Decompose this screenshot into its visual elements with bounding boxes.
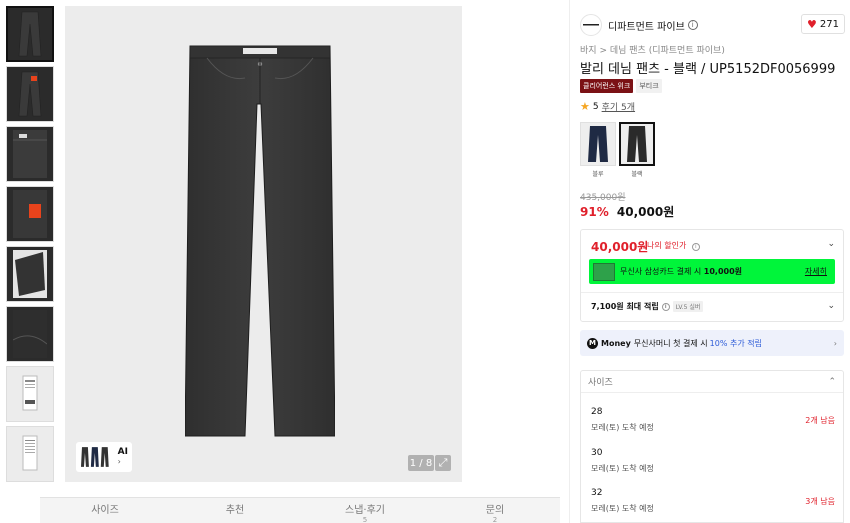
thumbnail-2[interactable] <box>6 66 54 122</box>
like-count: 271 <box>819 18 839 30</box>
thumbnail-6[interactable] <box>6 306 54 362</box>
tab-label: 스냅·후기 <box>345 505 385 516</box>
discount-rate: 91% <box>580 205 609 219</box>
color-label: 블루 <box>592 171 604 178</box>
chevron-down-icon[interactable]: ⌄ <box>827 301 835 311</box>
size-value: 28 <box>591 407 603 417</box>
tab-label: 사이즈 <box>91 505 119 516</box>
money-brand: Money <box>601 338 631 348</box>
tab-count: 2 <box>492 516 498 523</box>
stock-left: 3개 남음 <box>805 497 835 506</box>
tab-recommend[interactable]: 추천 <box>170 498 300 523</box>
sale-price: 40,000원 <box>616 205 675 219</box>
size-value: 30 <box>591 448 603 458</box>
rating: ★ 5 후기 5개 <box>580 100 635 113</box>
ai-thumbnails-icon <box>80 447 109 467</box>
size-option-30[interactable]: 30 모레(토) 도착 예정 <box>591 448 835 474</box>
breadcrumb: 바지 > 데님 팬츠 (디파트먼트 파이브) <box>580 43 725 56</box>
shipping-info: 모레(토) 도착 예정 <box>591 464 654 473</box>
brand-logo[interactable] <box>580 14 602 36</box>
ai-label: AI <box>117 447 128 457</box>
original-price: 435,000원 <box>580 193 626 203</box>
breadcrumb-subcategory[interactable]: 데님 팬츠 (디파트먼트 파이브) <box>610 46 725 56</box>
my-price-label-text: 나의 할인가 <box>647 241 687 250</box>
benefit-box: 40,000원 나의 할인가 i ⌄ 무신사 삼성카드 결제 시 10,000원… <box>580 229 844 322</box>
rating-value: 5 <box>592 101 599 112</box>
size-option-32[interactable]: 32 모레(토) 도착 예정 3개 남음 <box>591 488 835 514</box>
thumbnail-7[interactable] <box>6 366 54 422</box>
boutique-badge: 부티크 <box>636 79 662 93</box>
price-row: 91% 40,000원 <box>580 203 674 220</box>
review-link[interactable]: 후기 5개 <box>602 100 635 113</box>
ai-similar-button[interactable]: AI › <box>76 442 132 472</box>
card-promo-banner[interactable]: 무신사 삼성카드 결제 시 10,000원 자세히 <box>589 259 835 284</box>
card-promo-pre: 무신사 삼성카드 결제 시 <box>620 267 702 276</box>
my-price: 40,000원 <box>591 240 649 254</box>
tab-label: 추천 <box>225 505 245 516</box>
breadcrumb-category[interactable]: 바지 <box>580 46 597 56</box>
chevron-down-icon[interactable]: ⌄ <box>827 239 835 249</box>
my-price-label: 나의 할인가 i <box>647 240 700 251</box>
product-title: 발리 데님 팬츠 - 블랙 / UP5152DF0056999 <box>580 62 836 77</box>
money-icon: M <box>587 337 598 349</box>
jeans-image <box>185 45 335 437</box>
brand-row: 디파트먼트 파이브 i ♥ 271 <box>580 14 845 36</box>
level-badge: LV.5 실버 <box>672 301 704 312</box>
size-dropdown-header[interactable]: 사이즈 ⌃ <box>581 371 843 393</box>
info-icon[interactable]: i <box>691 243 700 251</box>
tab-count: 5 <box>362 516 368 523</box>
thumbnail-3[interactable] <box>6 126 54 182</box>
chevron-up-icon: ⌃ <box>828 376 836 387</box>
divider <box>581 292 843 293</box>
color-option-blue[interactable]: 블루 <box>580 122 616 178</box>
money-promo[interactable]: M Money 무신사머니 첫 결제 시 10% 추가 적립 › <box>580 330 844 356</box>
thumbnail-4[interactable] <box>6 186 54 242</box>
shipping-info: 모레(토) 도착 예정 <box>591 423 654 432</box>
card-detail-link[interactable]: 자세히 <box>805 266 827 277</box>
expand-icon[interactable]: ⤢ <box>435 455 451 471</box>
star-icon: ★ <box>580 100 590 113</box>
stock-left: 2개 남음 <box>805 416 835 425</box>
tab-inquiry[interactable]: 문의 2 <box>430 498 560 523</box>
info-icon[interactable]: i <box>687 20 698 30</box>
detail-tabs: 사이즈 추천 스냅·후기 5 문의 2 <box>40 497 560 523</box>
chevron-right-icon: › <box>117 457 121 466</box>
points-info: 7,100원 최대 적립 i LV.5 실버 <box>591 301 704 312</box>
card-image <box>593 262 615 281</box>
size-option-28[interactable]: 28 모레(토) 도착 예정 2개 남음 <box>591 407 835 433</box>
size-value: 32 <box>591 488 603 498</box>
money-highlight: 10% 추가 적립 <box>709 338 762 348</box>
badges: 클리어런스 위크 부티크 <box>580 79 662 93</box>
card-promo-text: 무신사 삼성카드 결제 시 10,000원 <box>620 266 805 277</box>
color-options: 블루 블랙 <box>580 122 655 178</box>
tab-size[interactable]: 사이즈 <box>40 498 170 523</box>
tab-label: 문의 <box>485 505 505 516</box>
points-text: 7,100원 최대 적립 <box>591 302 659 311</box>
brand-name[interactable]: 디파트먼트 파이브 <box>608 18 685 33</box>
info-icon[interactable]: i <box>661 302 670 311</box>
money-text: 무신사머니 첫 결제 시 <box>633 338 708 348</box>
product-info-panel: 디파트먼트 파이브 i ♥ 271 바지 > 데님 팬츠 (디파트먼트 파이브)… <box>569 0 850 523</box>
chevron-right-icon: › <box>833 338 837 348</box>
image-counter: 1 / 8 <box>408 455 434 471</box>
tab-snap-review[interactable]: 스냅·후기 5 <box>300 498 430 523</box>
thumbnail-1[interactable] <box>6 6 54 62</box>
breadcrumb-separator: > <box>599 46 607 56</box>
thumbnail-list <box>6 6 56 486</box>
heart-icon: ♥ <box>807 17 817 31</box>
size-selector: 사이즈 ⌃ 28 모레(토) 도착 예정 2개 남음 30 모레(토) 도착 예… <box>580 370 844 523</box>
like-button[interactable]: ♥ 271 <box>801 14 845 34</box>
clearance-badge: 클리어런스 위크 <box>580 79 634 93</box>
color-option-black[interactable]: 블랙 <box>619 122 655 178</box>
main-product-image[interactable]: AI › 1 / 8 ⤢ <box>65 6 462 482</box>
color-label: 블랙 <box>631 171 643 178</box>
size-header-label: 사이즈 <box>588 378 613 388</box>
shipping-info: 모레(토) 도착 예정 <box>591 504 654 513</box>
thumbnail-5[interactable] <box>6 246 54 302</box>
card-promo-amount: 10,000원 <box>703 267 743 276</box>
thumbnail-8[interactable] <box>6 426 54 482</box>
